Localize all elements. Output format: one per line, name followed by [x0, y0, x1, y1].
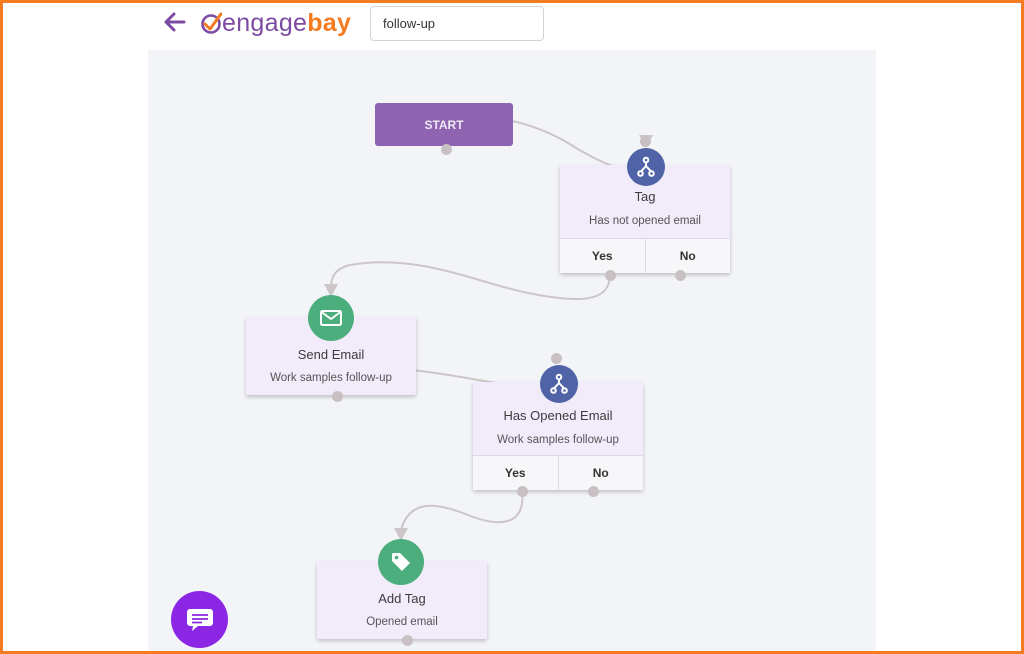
branch-no[interactable]: No — [644, 239, 731, 273]
has-opened-email-icon-badge — [540, 365, 578, 403]
workflow-name-input[interactable] — [370, 6, 544, 41]
logo-text-bay: bay — [307, 8, 352, 37]
start-output-port[interactable] — [441, 144, 452, 155]
send-email-output-port[interactable] — [332, 391, 343, 402]
branch-no[interactable]: No — [557, 456, 644, 490]
arrow-left-icon — [164, 12, 186, 32]
branch-options: Yes No — [560, 238, 730, 273]
tag-no-output-port[interactable] — [675, 270, 686, 281]
branch-icon — [550, 373, 568, 394]
tag-yes-output-port[interactable] — [605, 270, 616, 281]
start-node[interactable]: START — [375, 103, 513, 146]
node-title: Send Email — [297, 347, 365, 362]
node-subtitle: Work samples follow-up — [497, 434, 619, 446]
top-bar: engage bay — [148, 3, 876, 50]
add-tag-output-port[interactable] — [402, 635, 413, 646]
tag-icon — [392, 553, 410, 571]
chat-button[interactable] — [171, 591, 228, 648]
start-label: START — [424, 117, 464, 132]
tag-node-icon-badge — [627, 148, 665, 186]
node-title: Add Tag — [378, 591, 426, 606]
branch-icon — [637, 156, 655, 177]
has-opened-no-output-port[interactable] — [588, 486, 599, 497]
branch-yes[interactable]: Yes — [473, 456, 558, 490]
chat-icon — [186, 608, 213, 631]
add-tag-icon-badge — [378, 539, 424, 585]
node-subtitle: Work samples follow-up — [270, 372, 392, 384]
back-button[interactable] — [161, 8, 189, 36]
node-title: Has Opened Email — [503, 408, 613, 423]
envelope-icon — [320, 310, 342, 326]
tag-input-port[interactable] — [640, 136, 651, 147]
node-subtitle: Has not opened email — [589, 215, 701, 227]
has-opened-yes-output-port[interactable] — [517, 486, 528, 497]
node-title: Tag — [634, 189, 656, 204]
engagebay-logo: engage bay — [200, 7, 351, 39]
branch-options: Yes No — [473, 455, 643, 490]
node-subtitle: Opened email — [366, 616, 438, 628]
logo-mark-icon — [201, 12, 222, 34]
send-email-icon-badge — [308, 295, 354, 341]
workflow-editor: engagebay START Tag Has not opened email… — [148, 3, 876, 651]
connector-has-opened-yes-to-add-tag — [400, 490, 524, 531]
branch-yes[interactable]: Yes — [560, 239, 645, 273]
logo-text-engage: engage — [222, 8, 308, 37]
has-opened-email-input-port[interactable] — [551, 353, 562, 364]
